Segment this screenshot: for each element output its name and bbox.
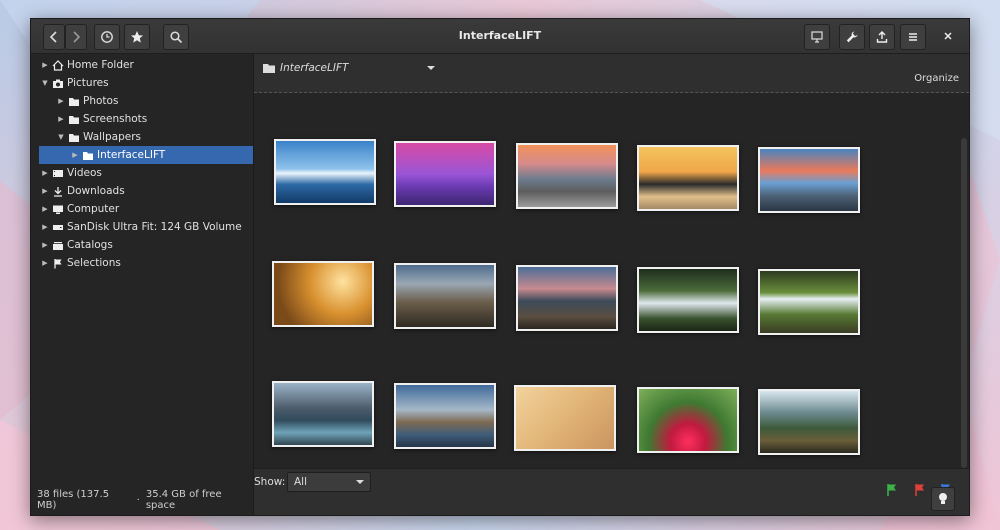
sidebar-item-sandisk-volume[interactable]: ▶ SanDisk Ultra Fit: 124 GB Volume	[41, 218, 242, 236]
share-button[interactable]	[869, 24, 895, 50]
thumbnail[interactable]	[272, 261, 374, 327]
chevron-down-icon	[427, 66, 436, 70]
sidebar-item-interfacelift[interactable]: ▶ InterfaceLIFT	[39, 146, 253, 164]
status-separator: ·	[136, 494, 140, 506]
green-flag-icon[interactable]	[886, 483, 898, 497]
status-bar: 38 files (137.5 MB) · 35.4 GB of free sp…	[31, 485, 253, 515]
catalog-icon	[52, 240, 64, 251]
thumbnail[interactable]	[394, 383, 496, 449]
close-icon	[944, 32, 952, 40]
expander-collapsed-icon[interactable]: ▶	[57, 115, 65, 123]
presentation-button[interactable]	[804, 24, 830, 50]
thumbnail[interactable]	[637, 145, 739, 211]
sidebar-item-label: Pictures	[67, 77, 109, 89]
file-count-text: 38 files (137.5 MB)	[37, 489, 110, 511]
sidebar-item-photos[interactable]: ▶ Photos	[57, 92, 118, 110]
thumbnail[interactable]	[637, 267, 739, 333]
thumbnail[interactable]	[394, 141, 496, 207]
thumbnail[interactable]	[758, 389, 860, 455]
show-filter-select[interactable]: All	[287, 472, 371, 492]
folder-icon	[68, 132, 80, 143]
thumbnail[interactable]	[516, 143, 618, 209]
home-icon	[52, 59, 64, 71]
folder-tree: ▶ Home Folder ▼ Pictures ▶ Photos ▶ Scre…	[31, 54, 254, 515]
sidebar-item-computer[interactable]: ▶ Computer	[41, 200, 119, 218]
sidebar-item-videos[interactable]: ▶ Videos	[41, 164, 102, 182]
hamburger-menu-icon	[909, 33, 917, 41]
sidebar-item-label: Photos	[83, 95, 119, 107]
show-filter-label: Show:	[254, 476, 286, 488]
sidebar-item-label: Home Folder	[67, 59, 134, 71]
red-flag-icon[interactable]	[914, 483, 926, 497]
expander-collapsed-icon[interactable]: ▶	[41, 61, 49, 69]
menu-button[interactable]	[900, 24, 926, 50]
expander-expanded-icon[interactable]: ▼	[57, 133, 65, 141]
sidebar-item-home-folder[interactable]: ▶ Home Folder	[41, 56, 134, 74]
browser-pane: InterfaceLIFT Organize Show: All	[254, 54, 969, 515]
presentation-icon	[811, 31, 823, 43]
expander-collapsed-icon[interactable]: ▶	[41, 169, 49, 177]
location-path: InterfaceLIFT	[280, 62, 349, 74]
expander-collapsed-icon[interactable]: ▶	[41, 241, 49, 249]
free-space-text: 35.4 GB of free space	[145, 489, 222, 511]
sidebar-item-wallpapers[interactable]: ▼ Wallpapers	[57, 128, 141, 146]
sidebar-item-label: InterfaceLIFT	[97, 149, 166, 161]
expander-collapsed-icon[interactable]: ▶	[57, 97, 65, 105]
sidebar-item-downloads[interactable]: ▶ Downloads	[41, 182, 125, 200]
sidebar-item-label: Computer	[67, 203, 120, 215]
drive-icon	[52, 222, 64, 233]
location-button[interactable]: InterfaceLIFT	[262, 62, 436, 74]
thumbnail[interactable]	[758, 147, 860, 213]
chevron-down-icon	[356, 480, 364, 484]
computer-icon	[52, 204, 64, 215]
app-window: InterfaceLIFT ▶ Home Folder ▼ Pictures ▶…	[30, 18, 970, 516]
sidebar-item-label: Selections	[67, 257, 121, 269]
expander-collapsed-icon[interactable]: ▶	[41, 259, 49, 267]
expander-collapsed-icon[interactable]: ▶	[41, 223, 49, 231]
folder-icon	[82, 150, 94, 161]
thumbnail[interactable]	[514, 385, 616, 451]
tools-button[interactable]	[839, 24, 865, 50]
vertical-scrollbar[interactable]	[961, 138, 967, 468]
sidebar-item-label: Downloads	[67, 185, 125, 197]
sidebar-item-label: Screenshots	[83, 113, 148, 125]
sidebar-item-label: Catalogs	[67, 239, 113, 251]
sidebar-item-pictures[interactable]: ▼ Pictures	[41, 74, 109, 92]
folder-icon	[68, 96, 80, 107]
close-button[interactable]	[936, 24, 960, 48]
sidebar-item-catalogs[interactable]: ▶ Catalogs	[41, 236, 113, 254]
lightbulb-icon	[939, 493, 947, 504]
thumbnail[interactable]	[394, 263, 496, 329]
hint-button[interactable]	[931, 487, 955, 511]
folder-icon	[263, 64, 275, 73]
show-filter-value: All	[294, 476, 308, 488]
thumbnail[interactable]	[274, 139, 376, 205]
camera-icon	[52, 78, 64, 89]
sidebar-item-screenshots[interactable]: ▶ Screenshots	[57, 110, 147, 128]
thumbnail[interactable]	[637, 387, 739, 453]
thumbnail[interactable]	[272, 381, 374, 447]
location-bar: InterfaceLIFT Organize	[254, 54, 969, 93]
folder-icon	[68, 114, 80, 125]
sidebar-item-label: Wallpapers	[83, 131, 141, 143]
header-bar: InterfaceLIFT	[31, 19, 969, 54]
sidebar-item-label: Videos	[67, 167, 102, 179]
filter-bar: Show: All	[254, 468, 969, 515]
share-icon	[876, 31, 888, 43]
expander-collapsed-icon[interactable]: ▶	[71, 151, 79, 159]
wrench-icon	[846, 31, 858, 43]
organize-button[interactable]: Organize	[914, 73, 959, 84]
expander-collapsed-icon[interactable]: ▶	[41, 187, 49, 195]
sidebar-item-selections[interactable]: ▶ Selections	[41, 254, 121, 272]
thumbnail[interactable]	[758, 269, 860, 335]
thumbnail-grid	[254, 93, 969, 469]
download-icon	[52, 186, 64, 197]
flag-icon	[52, 258, 64, 269]
thumbnail[interactable]	[516, 265, 618, 331]
expander-collapsed-icon[interactable]: ▶	[41, 205, 49, 213]
sidebar-item-label: SanDisk Ultra Fit: 124 GB Volume	[67, 221, 242, 233]
expander-expanded-icon[interactable]: ▼	[41, 79, 49, 87]
video-icon	[52, 168, 64, 179]
